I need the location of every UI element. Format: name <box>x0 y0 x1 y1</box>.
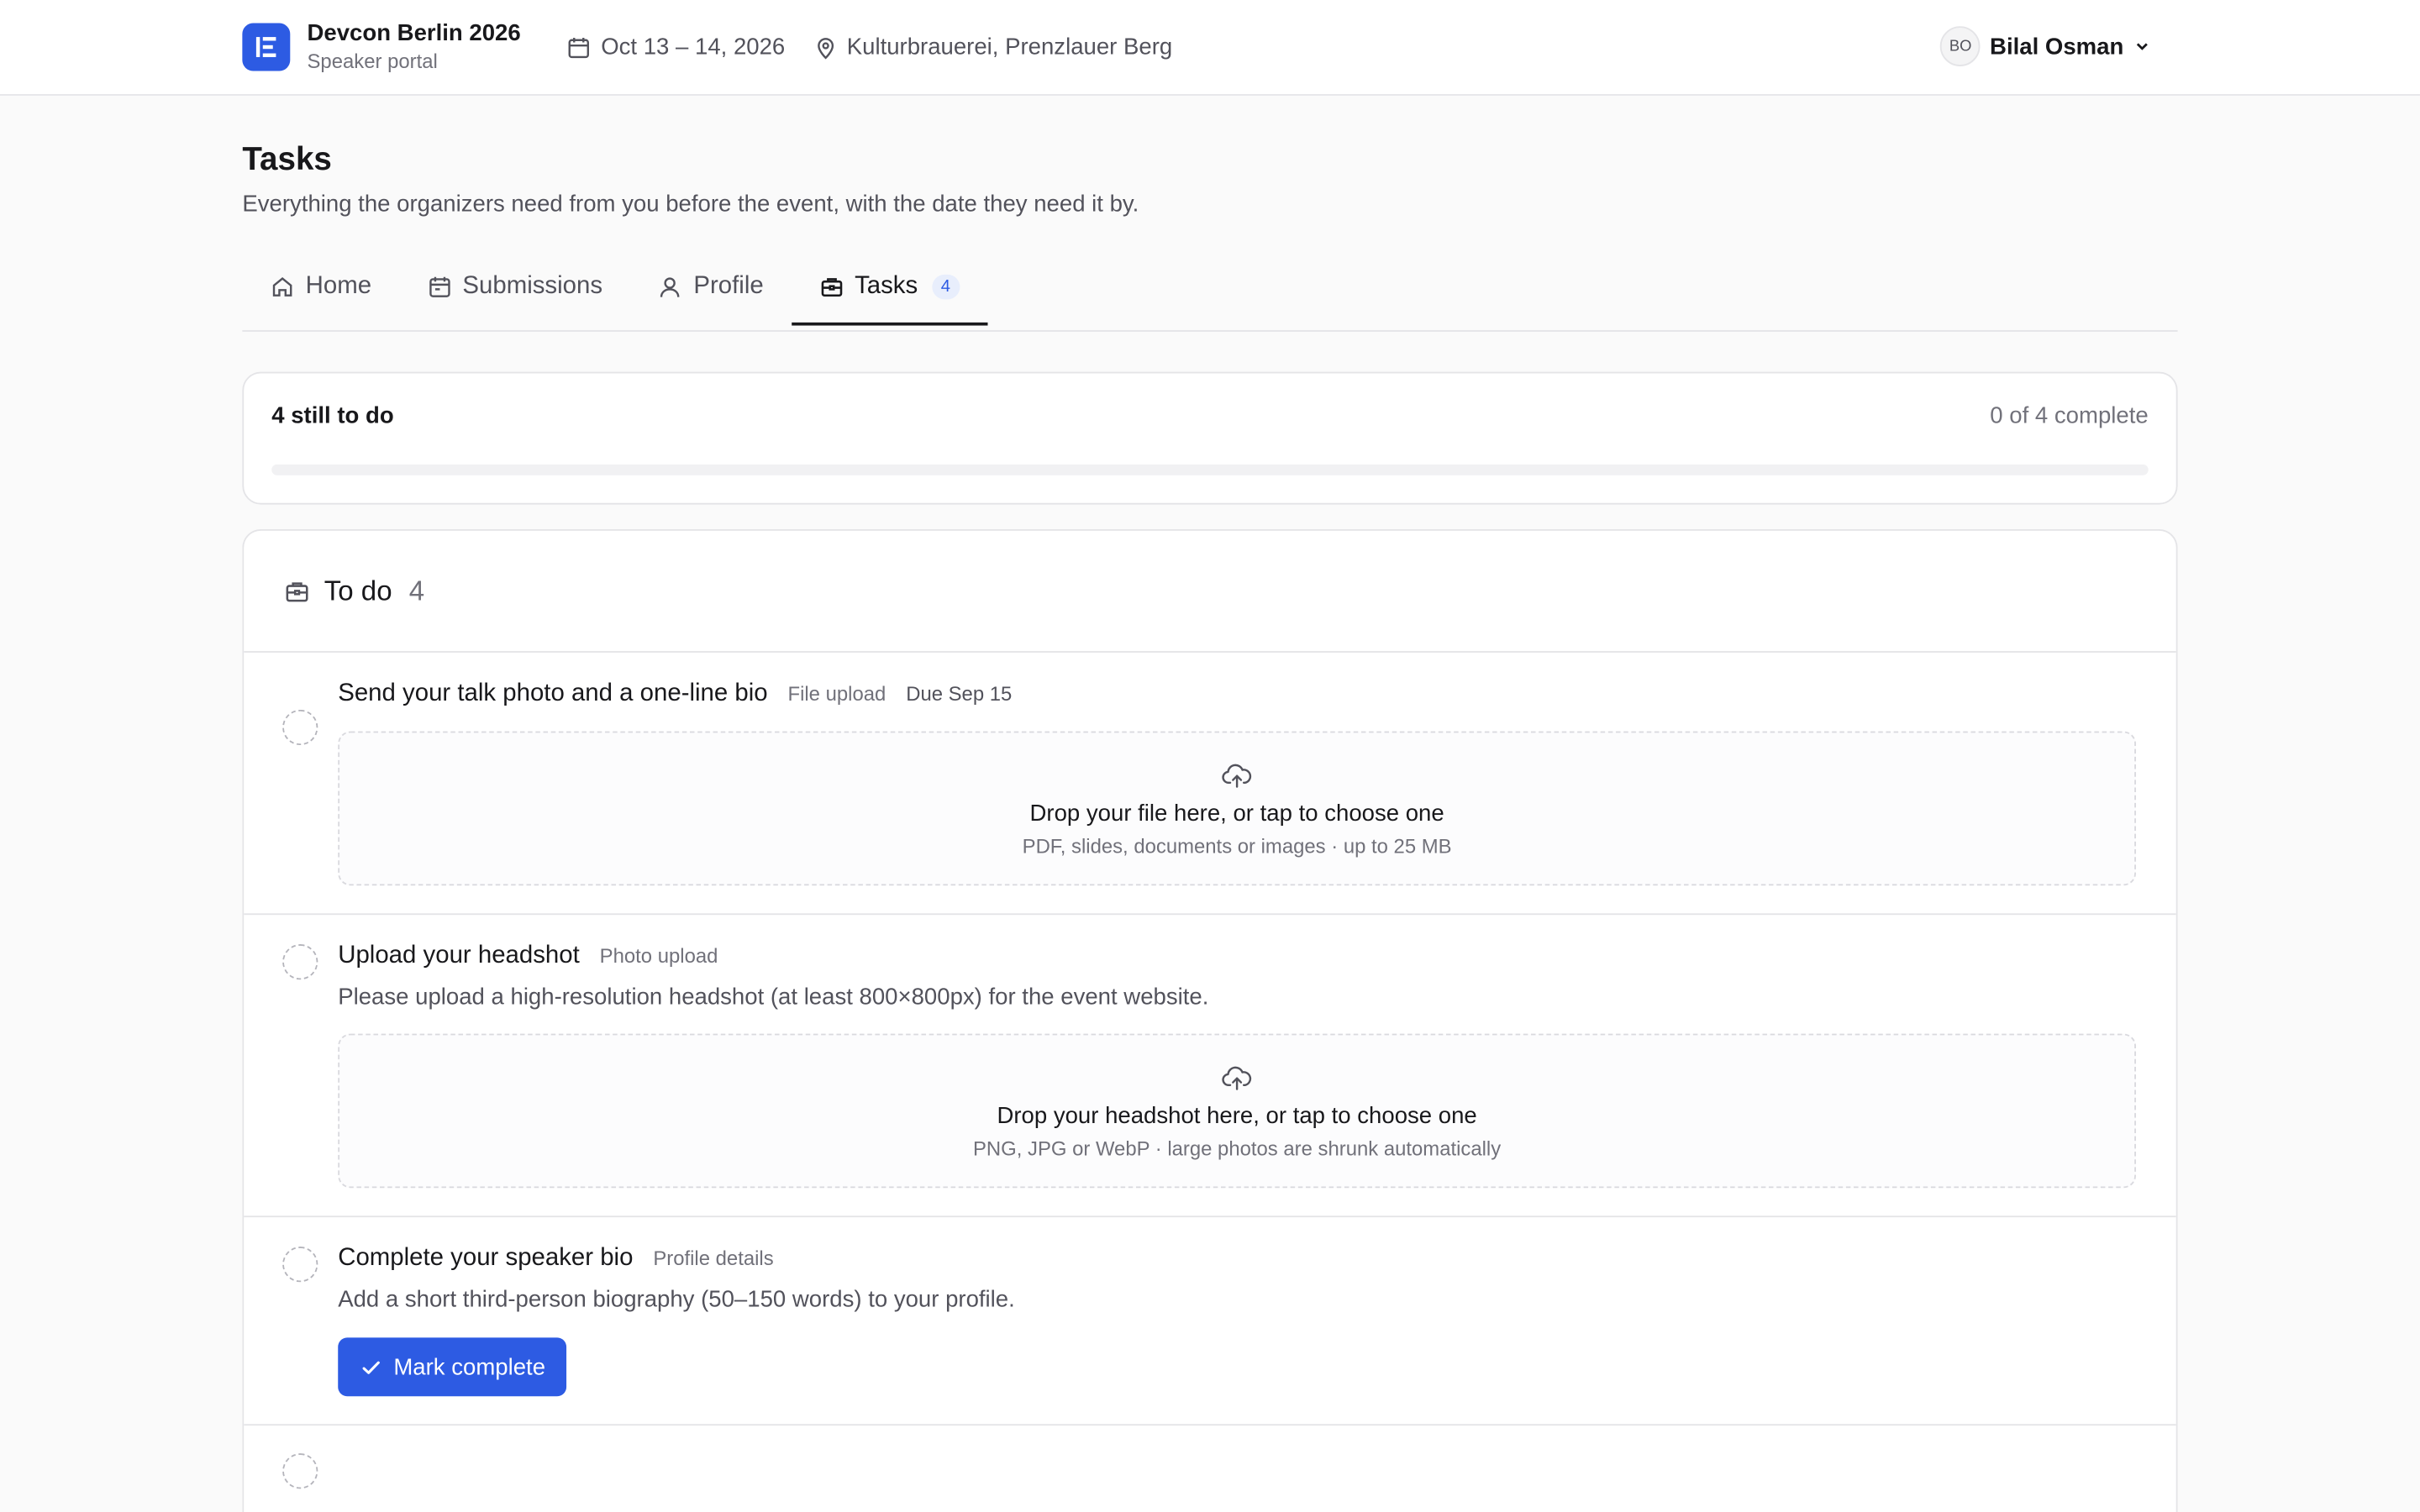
chevron-down-icon <box>2136 43 2148 50</box>
main-content: Tasks Everything the organizers need fro… <box>0 142 2420 1512</box>
task-checkbox[interactable] <box>282 1247 318 1283</box>
location-pin-icon <box>817 37 834 59</box>
event-logo-icon <box>242 23 291 71</box>
task-item: Send your talk photo and a one-line bio … <box>244 653 2176 916</box>
tab-submissions[interactable]: Submissions <box>399 251 630 322</box>
file-dropzone[interactable]: Drop your file here, or tap to choose on… <box>338 731 2136 886</box>
calendar-icon <box>569 37 590 58</box>
page-title: Tasks <box>242 141 332 178</box>
mark-complete-label: Mark complete <box>393 1353 546 1380</box>
todo-section: To do 4 Send your talk photo and a one-l… <box>242 528 2178 1512</box>
remaining-label: 4 still to do <box>271 402 394 429</box>
event-title: Devcon Berlin 2026 <box>307 19 521 47</box>
event-venue: Kulturbrauerei, Prenzlauer Berg <box>813 34 1172 60</box>
task-title: Send your talk photo and a one-line bio <box>338 680 768 707</box>
task-type: Photo upload <box>599 944 718 968</box>
tab-bar: Home Submissions Profile Tasks 4 <box>242 251 2178 332</box>
tab-home[interactable]: Home <box>242 251 399 322</box>
mark-complete-button[interactable]: Mark complete <box>338 1337 567 1397</box>
cloud-upload-icon <box>1222 764 1252 788</box>
dropzone-hint: PNG, JPG or WebP · large photos are shru… <box>973 1137 1502 1161</box>
task-due-date: Due Sep 15 <box>906 681 1013 706</box>
page: Devcon Berlin 2026 Speaker portal Oct 13… <box>0 0 2420 1512</box>
task-description: Add a short third-person biography (50–1… <box>338 1286 1015 1314</box>
user-icon <box>660 277 681 297</box>
task-description: Please upload a high-resolution headshot… <box>338 984 1209 1011</box>
task-type: Profile details <box>653 1247 774 1270</box>
task-title: Complete your speaker bio <box>338 1245 634 1272</box>
progress-bar <box>271 464 2149 475</box>
complete-label: 0 of 4 complete <box>1990 402 2149 429</box>
tab-submissions-label: Submissions <box>462 273 603 300</box>
tab-profile[interactable]: Profile <box>630 251 792 322</box>
task-item: Upload your headshot Photo upload Please… <box>244 915 2176 1218</box>
home-icon <box>272 276 292 297</box>
user-name: Bilal Osman <box>1990 33 2124 60</box>
top-bar: Devcon Berlin 2026 Speaker portal Oct 13… <box>0 0 2420 96</box>
avatar: BO <box>1940 26 1981 66</box>
task-checkbox[interactable] <box>282 944 318 980</box>
event-dates-text: Oct 13 – 14, 2026 <box>601 34 786 60</box>
dropzone-title: Drop your headshot here, or tap to choos… <box>997 1103 1477 1130</box>
task-type: File upload <box>787 681 886 706</box>
task-title: Upload your headshot <box>338 942 580 969</box>
portal-label: Speaker portal <box>307 49 438 73</box>
tab-profile-label: Profile <box>693 273 764 300</box>
event-brand[interactable]: Devcon Berlin 2026 Speaker portal <box>242 19 521 74</box>
tab-tasks[interactable]: Tasks 4 <box>791 251 988 326</box>
tab-tasks-label: Tasks <box>855 273 918 300</box>
briefcase-icon <box>821 278 842 297</box>
task-item: Complete your speaker bio Profile detail… <box>244 1217 2176 1426</box>
user-menu[interactable]: BO Bilal Osman <box>1940 26 2151 66</box>
tasks-count-badge: 4 <box>931 274 960 300</box>
task-checkbox[interactable] <box>282 1453 318 1489</box>
page-description: Everything the organizers need from you … <box>242 191 1139 218</box>
task-item-partial <box>244 1425 2176 1489</box>
dropzone-title: Drop your file here, or tap to choose on… <box>1029 801 1444 827</box>
todo-title: To do <box>324 575 392 606</box>
check-icon <box>362 1360 380 1373</box>
photo-dropzone[interactable]: Drop your headshot here, or tap to choos… <box>338 1033 2136 1189</box>
progress-card: 4 still to do 0 of 4 complete <box>242 371 2178 505</box>
event-venue-text: Kulturbrauerei, Prenzlauer Berg <box>846 34 1173 60</box>
dropzone-hint: PDF, slides, documents or images · up to… <box>1022 834 1452 858</box>
todo-count: 4 <box>408 575 425 606</box>
cloud-upload-icon <box>1222 1066 1252 1090</box>
tab-home-label: Home <box>305 273 372 300</box>
event-dates: Oct 13 – 14, 2026 <box>567 34 785 60</box>
briefcase-icon <box>286 581 308 601</box>
task-checkbox[interactable] <box>282 709 318 746</box>
calendar-icon <box>429 276 450 297</box>
todo-header: To do 4 <box>244 531 2176 653</box>
